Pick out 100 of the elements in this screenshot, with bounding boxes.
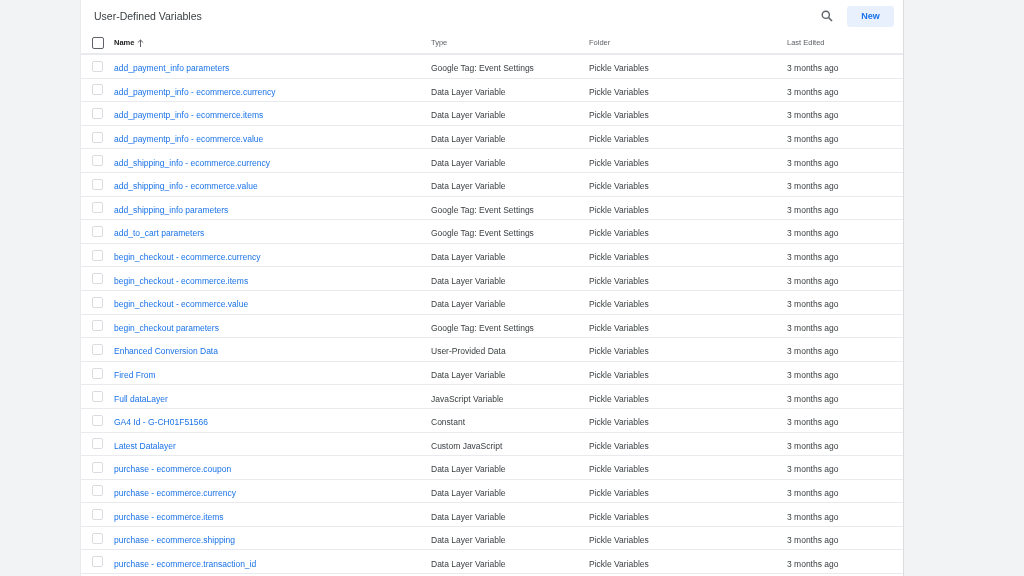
variable-name-link[interactable]: purchase - ecommerce.shipping	[114, 535, 235, 546]
row-checkbox[interactable]	[92, 296, 103, 308]
search-icon[interactable]	[819, 8, 835, 24]
row-checkbox[interactable]	[92, 343, 103, 355]
variable-name-link[interactable]: begin_checkout parameters	[114, 322, 219, 333]
variable-name-link[interactable]: add_shipping_info - ecommerce.value	[114, 181, 258, 192]
row-checkbox[interactable]	[92, 225, 103, 237]
row-checkbox[interactable]	[92, 178, 103, 190]
row-checkbox[interactable]	[92, 509, 103, 521]
select-all-checkbox[interactable]	[92, 36, 104, 49]
variable-name-link[interactable]: add_payment_info parameters	[114, 63, 230, 74]
type-cell: Data Layer Variable	[431, 511, 506, 522]
type-cell: Data Layer Variable	[431, 86, 506, 97]
folder-cell: Pickle Variables	[589, 322, 649, 333]
folder-cell: Pickle Variables	[589, 252, 649, 263]
folder-cell: Pickle Variables	[589, 86, 649, 97]
type-cell: Data Layer Variable	[431, 488, 506, 498]
row-checkbox[interactable]	[92, 414, 103, 426]
variable-name-link[interactable]: Latest Datalayer	[114, 440, 176, 451]
variable-name-link[interactable]: begin_checkout - ecommerce.value	[114, 299, 249, 310]
row-checkbox[interactable]	[92, 367, 103, 379]
last-edited-cell: 3 months ago	[787, 110, 839, 121]
row-checkbox[interactable]	[92, 108, 103, 119]
variable-name-link[interactable]: begin_checkout - ecommerce.currency	[114, 252, 261, 263]
row-checkbox[interactable]	[92, 131, 103, 143]
variable-name-link[interactable]: Enhanced Conversion Data	[114, 346, 218, 357]
last-edited-cell: 3 months ago	[787, 440, 839, 451]
type-cell: Constant	[431, 417, 466, 428]
variable-name-link[interactable]: GA4 Id - G-CH01F51566	[114, 417, 208, 428]
type-cell: Google Tag: Event Settings	[431, 63, 534, 74]
variable-name-link[interactable]: add_shipping_info - ecommerce.currency	[114, 157, 270, 168]
last-edited-cell: 3 months ago	[787, 63, 839, 74]
row-checkbox[interactable]	[92, 60, 103, 72]
row-checkbox[interactable]	[92, 556, 103, 568]
row-checkbox[interactable]	[92, 202, 103, 214]
last-edited-cell: 3 months ago	[787, 252, 839, 263]
folder-cell: Pickle Variables	[589, 464, 649, 475]
last-edited-cell: 3 months ago	[787, 181, 839, 192]
folder-cell: Pickle Variables	[589, 204, 649, 215]
type-cell: Data Layer Variable	[431, 464, 506, 475]
type-cell: Custom JavaScript	[431, 440, 503, 451]
type-cell: Google Tag: Event Settings	[431, 322, 534, 333]
variable-name-link[interactable]: add_to_cart parameters	[114, 228, 205, 239]
last-edited-cell: 3 months ago	[787, 86, 839, 97]
folder-cell: Pickle Variables	[589, 157, 649, 168]
variable-name-link[interactable]: add_paymentp_info - ecommerce.currency	[114, 86, 276, 97]
row-checkbox[interactable]	[92, 485, 103, 497]
variable-name-link[interactable]: Fired From	[114, 370, 156, 380]
last-edited-cell: 3 months ago	[787, 157, 839, 168]
last-edited-cell: 3 months ago	[787, 558, 839, 569]
type-cell: Data Layer Variable	[431, 370, 506, 380]
folder-cell: Pickle Variables	[589, 63, 649, 74]
panel-title: User-Defined Variables	[94, 10, 203, 22]
row-checkbox[interactable]	[92, 249, 103, 261]
row-checkbox[interactable]	[92, 391, 103, 403]
type-cell: Google Tag: Event Settings	[431, 228, 534, 239]
folder-cell: Pickle Variables	[589, 417, 649, 428]
variable-name-link[interactable]: purchase - ecommerce.transaction_id	[114, 558, 257, 569]
last-edited-cell: 3 months ago	[787, 299, 839, 310]
type-cell: Data Layer Variable	[431, 252, 506, 263]
folder-cell: Pickle Variables	[589, 511, 649, 522]
folder-cell: Pickle Variables	[589, 110, 649, 121]
row-checkbox[interactable]	[92, 155, 103, 167]
folder-cell: Pickle Variables	[589, 488, 649, 498]
row-checkbox[interactable]	[92, 438, 103, 450]
variable-name-link[interactable]: add_paymentp_info - ecommerce.items	[114, 110, 264, 121]
folder-cell: Pickle Variables	[589, 275, 649, 286]
new-button[interactable]: New	[847, 5, 894, 27]
variable-name-link[interactable]: purchase - ecommerce.items	[114, 511, 224, 522]
variable-name-link[interactable]: Full dataLayer	[114, 393, 168, 404]
type-cell: Data Layer Variable	[431, 110, 506, 121]
variable-name-link[interactable]: purchase - ecommerce.currency	[114, 488, 236, 498]
variable-name-link[interactable]: add_shipping_info parameters	[114, 204, 229, 215]
row-checkbox[interactable]	[92, 320, 103, 332]
type-cell: JavaScript Variable	[431, 393, 504, 404]
type-cell: Data Layer Variable	[431, 275, 506, 286]
last-edited-cell: 3 months ago	[787, 346, 839, 357]
variable-name-link[interactable]: purchase - ecommerce.coupon	[114, 464, 232, 475]
row-checkbox[interactable]	[92, 532, 103, 544]
folder-cell: Pickle Variables	[589, 346, 649, 357]
folder-cell: Pickle Variables	[589, 134, 649, 145]
last-edited-cell: 3 months ago	[787, 204, 839, 215]
folder-cell: Pickle Variables	[589, 228, 649, 239]
last-edited-cell: 3 months ago	[787, 134, 839, 145]
last-edited-cell: 3 months ago	[787, 511, 839, 522]
last-edited-cell: 3 months ago	[787, 464, 839, 475]
row-checkbox[interactable]	[92, 273, 103, 285]
row-checkbox[interactable]	[92, 84, 103, 96]
type-cell: Google Tag: Event Settings	[431, 204, 534, 215]
type-cell: Data Layer Variable	[431, 181, 506, 192]
variable-name-link[interactable]: add_paymentp_info - ecommerce.value	[114, 134, 264, 145]
type-cell: User-Provided Data	[431, 346, 506, 357]
row-checkbox[interactable]	[92, 461, 103, 473]
last-edited-cell: 3 months ago	[787, 535, 839, 546]
folder-cell: Pickle Variables	[589, 440, 649, 451]
type-cell: Data Layer Variable	[431, 134, 506, 145]
variable-name-link[interactable]: begin_checkout - ecommerce.items	[114, 275, 249, 286]
type-cell: Data Layer Variable	[431, 299, 506, 310]
type-cell: Data Layer Variable	[431, 157, 506, 168]
last-edited-cell: 3 months ago	[787, 417, 839, 428]
